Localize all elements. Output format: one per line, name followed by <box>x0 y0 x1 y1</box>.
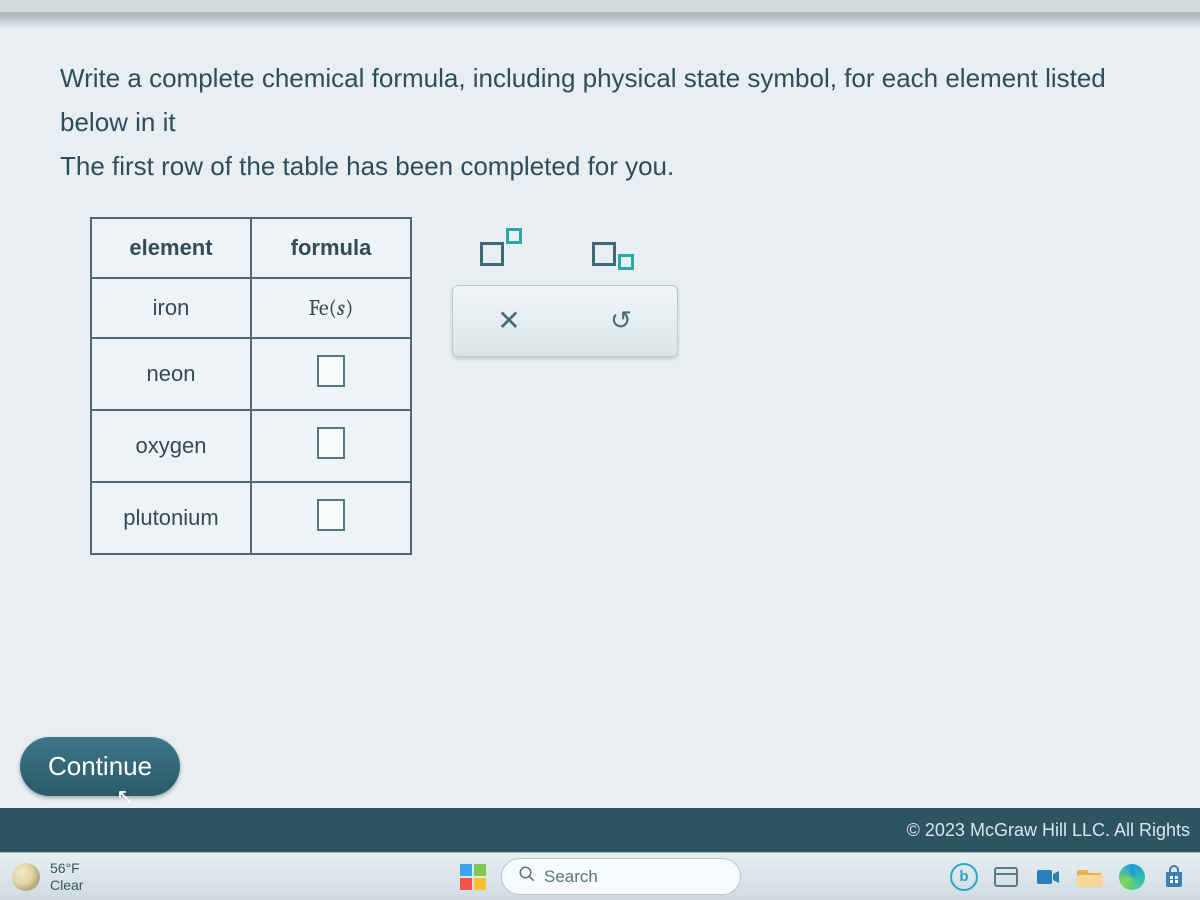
reset-button[interactable]: ↺ <box>595 300 647 342</box>
col-header-element: element <box>91 218 251 278</box>
element-name: oxygen <box>91 410 251 482</box>
tool-row-format <box>452 221 678 275</box>
undo-icon: ↺ <box>610 305 632 336</box>
element-name: iron <box>91 278 251 338</box>
camera-icon[interactable] <box>1034 863 1062 891</box>
microsoft-store-icon[interactable] <box>1160 863 1188 891</box>
formula-symbol: Fe <box>309 295 329 321</box>
formula-state: s <box>337 295 345 321</box>
tool-row-actions: ✕ ↺ <box>452 285 678 357</box>
taskbar: 56°F Clear Search b <box>0 852 1200 900</box>
element-name: neon <box>91 338 251 410</box>
formula-input-cell[interactable] <box>251 482 411 554</box>
table-row: plutonium <box>91 482 411 554</box>
table-row: iron Fe(s) <box>91 278 411 338</box>
weather-text: 56°F Clear <box>50 860 83 894</box>
question-line-1: Write a complete chemical formula, inclu… <box>60 56 1140 144</box>
continue-button[interactable]: Continue <box>20 737 180 796</box>
superscript-icon <box>478 228 522 268</box>
answer-box-icon[interactable] <box>317 427 345 459</box>
weather-condition: Clear <box>50 877 83 894</box>
weather-temp: 56°F <box>50 860 83 877</box>
task-view-icon[interactable] <box>992 863 1020 891</box>
windows-logo-icon <box>460 864 486 890</box>
elements-table: element formula iron Fe(s) neon oxygen p… <box>90 217 412 555</box>
close-icon: ✕ <box>497 304 520 337</box>
col-header-formula: formula <box>251 218 411 278</box>
answer-box-icon[interactable] <box>317 355 345 387</box>
element-name: plutonium <box>91 482 251 554</box>
search-placeholder: Search <box>544 867 598 887</box>
table-row: oxygen <box>91 410 411 482</box>
formula-input-cell[interactable] <box>251 410 411 482</box>
subscript-button[interactable] <box>586 227 638 269</box>
edge-icon[interactable] <box>1118 863 1146 891</box>
taskbar-search[interactable]: Search <box>501 858 741 895</box>
tools-panel: ✕ ↺ <box>452 221 678 357</box>
window-shadow <box>0 14 1200 28</box>
table-row: neon <box>91 338 411 410</box>
bing-icon[interactable]: b <box>950 863 978 891</box>
question-text: Write a complete chemical formula, inclu… <box>0 14 1200 199</box>
app-frame: Write a complete chemical formula, inclu… <box>0 12 1200 852</box>
taskbar-right: b <box>950 863 1188 891</box>
table-header-row: element formula <box>91 218 411 278</box>
superscript-button[interactable] <box>474 227 526 269</box>
clear-button[interactable]: ✕ <box>483 300 535 342</box>
moon-icon <box>12 863 40 891</box>
subscript-icon <box>590 228 634 268</box>
worksheet: element formula iron Fe(s) neon oxygen p… <box>90 217 1200 555</box>
answer-box-icon[interactable] <box>317 499 345 531</box>
file-explorer-icon[interactable] <box>1076 863 1104 891</box>
formula-cell-filled: Fe(s) <box>251 278 411 338</box>
copyright-text: © 2023 McGraw Hill LLC. All Rights <box>907 820 1190 841</box>
copyright-bar: © 2023 McGraw Hill LLC. All Rights <box>0 808 1200 852</box>
formula-input-cell[interactable] <box>251 338 411 410</box>
taskbar-center: Search <box>459 858 741 895</box>
start-button[interactable] <box>459 863 487 891</box>
weather-widget[interactable]: 56°F Clear <box>12 860 83 894</box>
question-line-2: The first row of the table has been comp… <box>60 144 1140 188</box>
search-icon <box>518 865 536 888</box>
